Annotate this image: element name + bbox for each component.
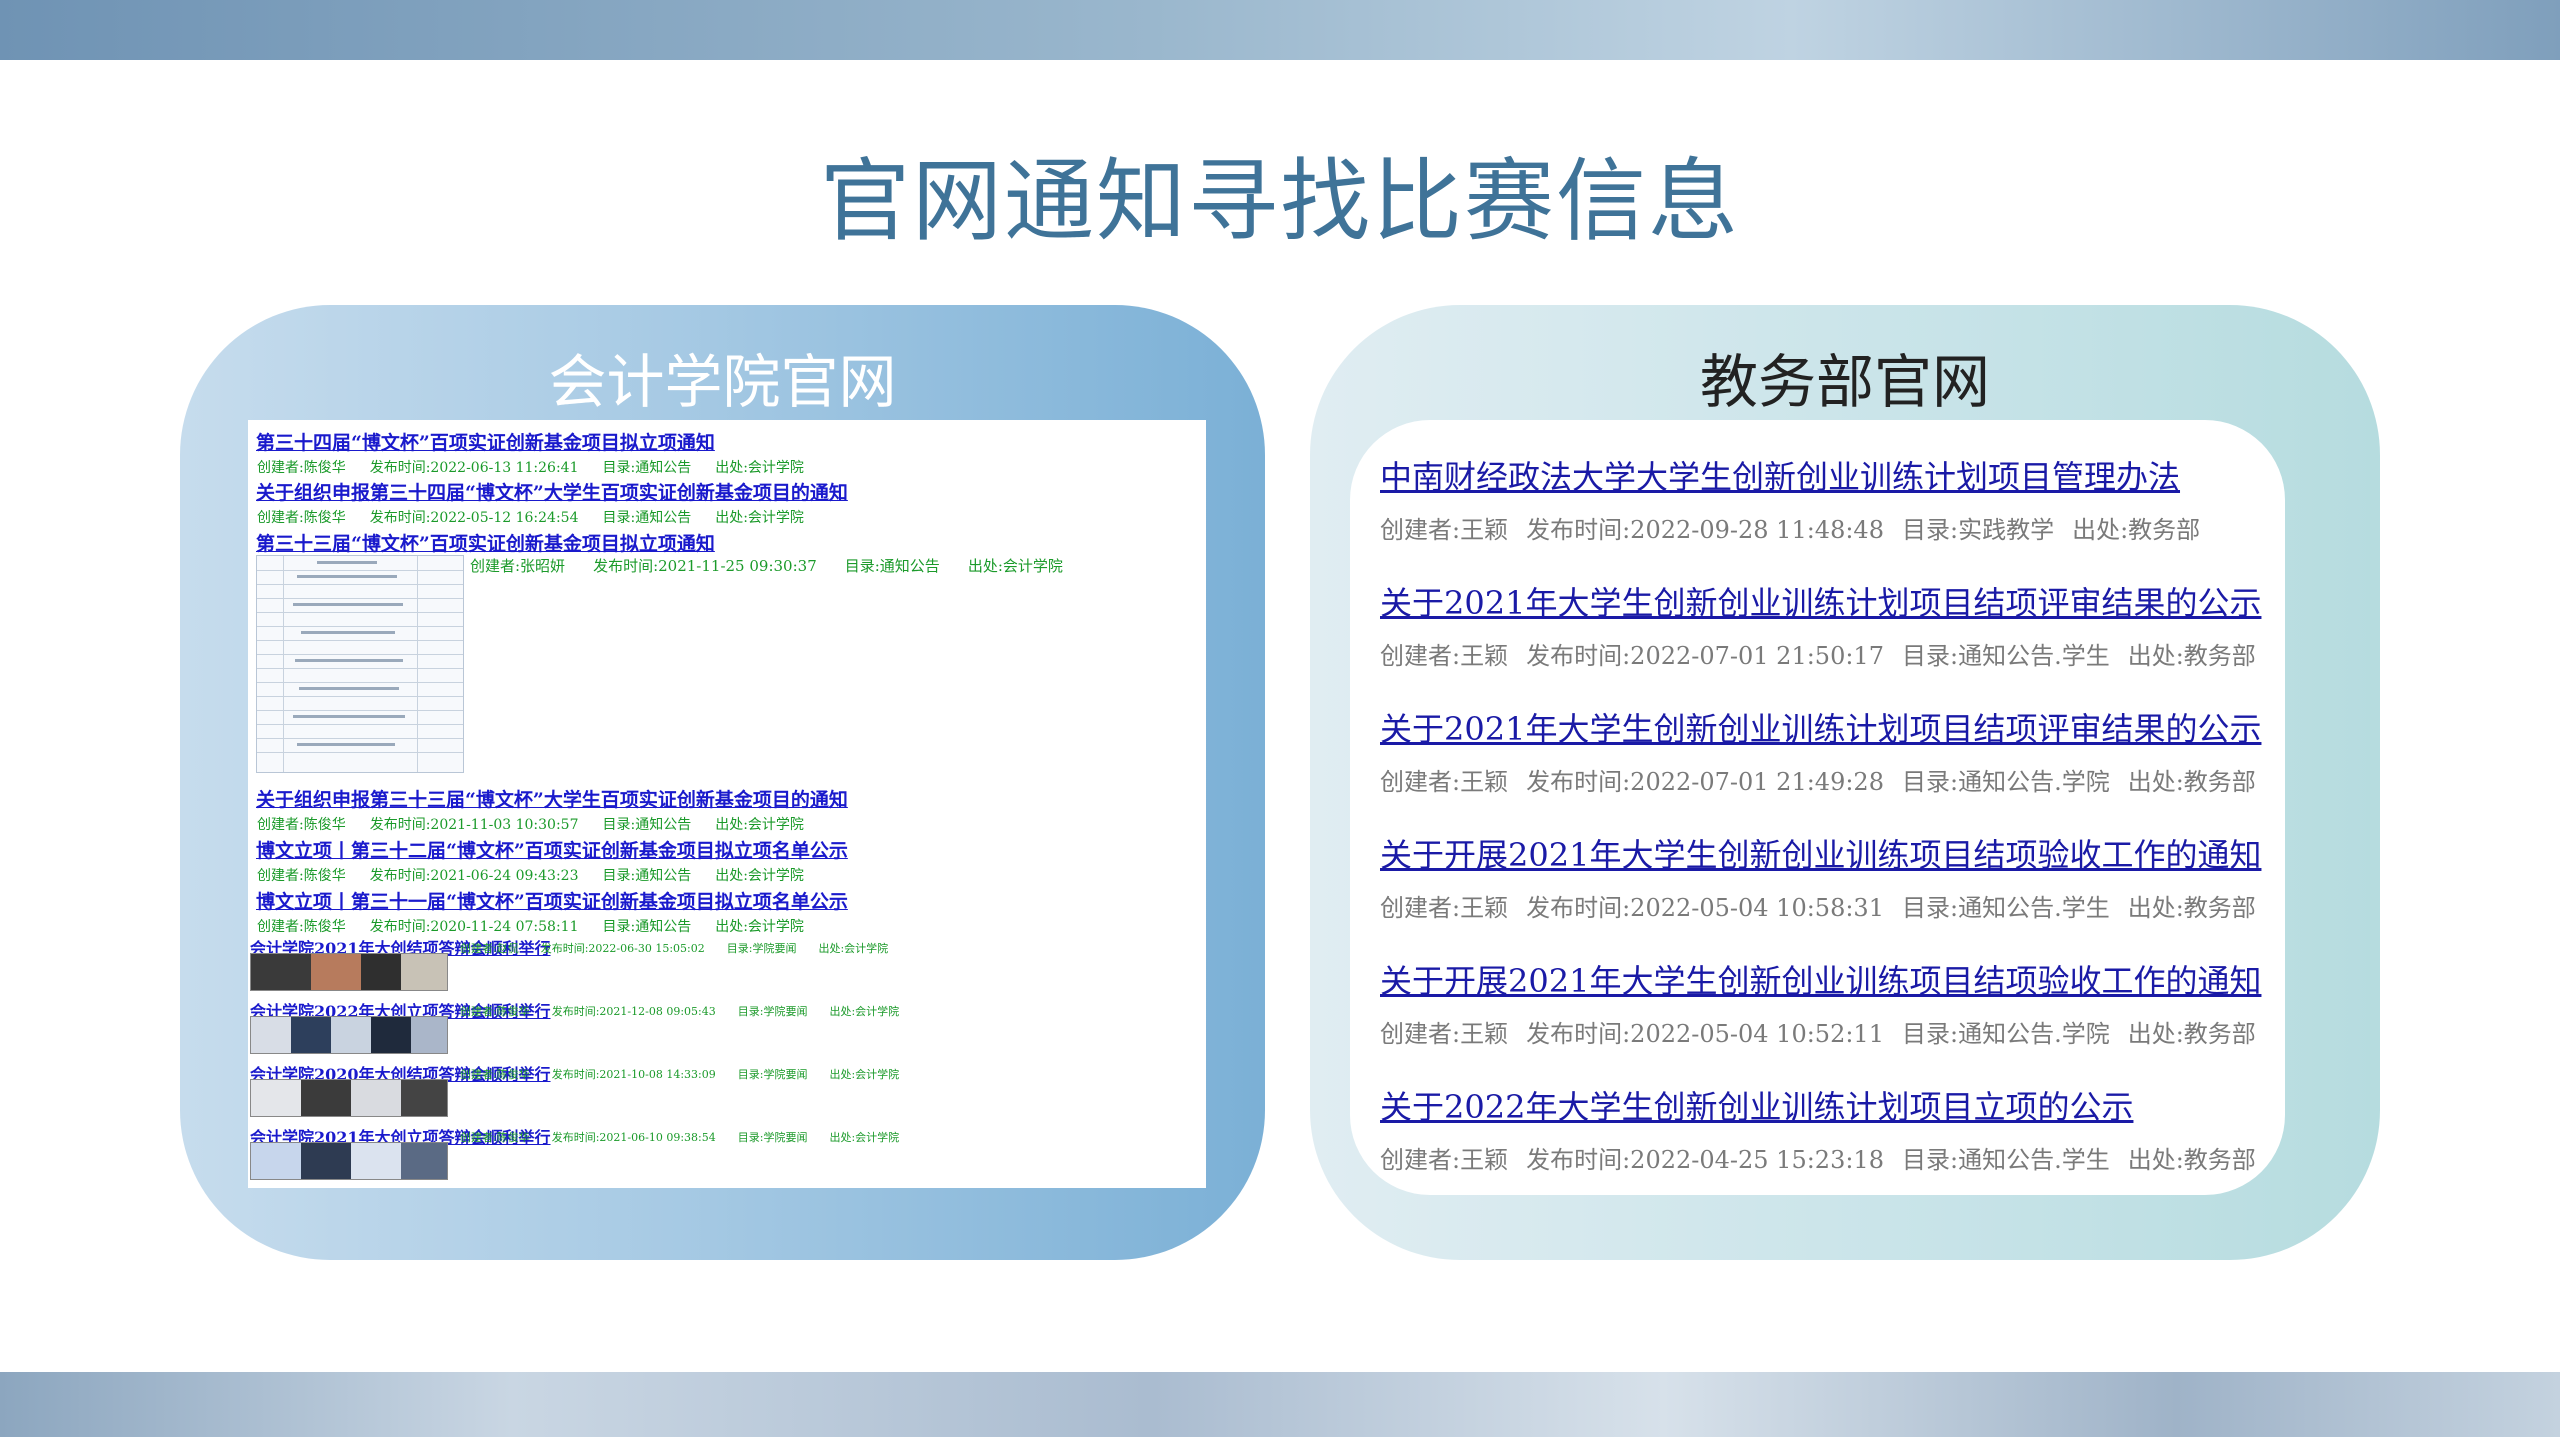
notice-meta: 创建者:陈俊华 发布时间:2022-05-12 16:24:54 目录:通知公告 出处…: [257, 510, 804, 526]
notice-link[interactable]: 博文立项丨第三十二届“博文杯”百项实证创新基金项目拟立项名单公示: [256, 836, 848, 863]
notice-link[interactable]: 第三十四届“博文杯”百项实证创新基金项目拟立项通知: [256, 428, 828, 455]
notice-link[interactable]: 关于组织申报第三十四届“博文杯”大学生百项实证创新基金项目的通知: [256, 478, 848, 505]
list-item: 博文立项丨第三十二届“博文杯”百项实证创新基金项目拟立项名单公示 创建者:陈俊华…: [256, 836, 848, 885]
notice-link[interactable]: 关于2022年大学生创新创业训练计划项目立项的公示: [1380, 1082, 2274, 1128]
notice-link[interactable]: 关于开展2021年大学生创新创业训练项目结项验收工作的通知: [1380, 830, 2274, 876]
notice-meta: 创建者:陈俊华 发布时间:2020-11-24 07:58:11 目录:通知公告 出处…: [257, 919, 804, 935]
news-meta: 创建者:陈俊华 发布时间:2021-10-08 14:33:09 目录:学院要闻 出处…: [460, 1068, 900, 1081]
list-item: 关于2021年大学生创新创业训练计划项目结项评审结果的公示 创建者:王颖 发布时间…: [1380, 704, 2274, 797]
list-item: 关于开展2021年大学生创新创业训练项目结项验收工作的通知 创建者:王颖 发布时间…: [1380, 830, 2274, 923]
news-photo: [250, 1142, 448, 1180]
notice-link[interactable]: 关于2021年大学生创新创业训练计划项目结项评审结果的公示: [1380, 578, 2274, 624]
news-meta: 创建者:陈俊华 发布时间:2021-12-08 09:05:43 目录:学院要闻 出处…: [460, 1005, 900, 1018]
notice-link[interactable]: 第三十三届“博文杯”百项实证创新基金项目拟立项通知: [256, 529, 715, 556]
news-photo: [250, 953, 448, 991]
panel-heading: 会计学院官网: [548, 348, 897, 416]
notice-link[interactable]: 关于开展2021年大学生创新创业训练项目结项验收工作的通知: [1380, 956, 2274, 1002]
notice-link[interactable]: 中南财经政法大学大学生创新创业训练计划项目管理办法: [1380, 452, 2218, 498]
notice-meta: 创建者:王颖 发布时间:2022-07-01 21:49:28 目录:通知公告.学院…: [1380, 768, 2256, 796]
bottom-decor-band: [0, 1372, 2560, 1437]
academic-affairs-panel: 教务部官网 中南财经政法大学大学生创新创业训练计划项目管理办法 创建者:王颖 发布…: [1310, 305, 2380, 1260]
list-item: 关于开展2021年大学生创新创业训练项目结项验收工作的通知 创建者:王颖 发布时间…: [1380, 956, 2274, 1049]
news-photo: [250, 1016, 448, 1054]
notice-meta: 创建者:王颖 发布时间:2022-04-25 15:23:18 目录:通知公告.学生…: [1380, 1146, 2256, 1174]
notice-link[interactable]: 关于组织申报第三十三届“博文杯”大学生百项实证创新基金项目的通知: [256, 785, 848, 812]
list-item: 关于组织申报第三十四届“博文杯”大学生百项实证创新基金项目的通知 创建者:陈俊华…: [256, 478, 848, 527]
notice-meta: 创建者:陈俊华 发布时间:2022-06-13 11:26:41 目录:通知公告 出处…: [257, 460, 804, 476]
list-item: 第三十三届“博文杯”百项实证创新基金项目拟立项通知: [256, 529, 715, 556]
accounting-school-panel: 会计学院官网 第三十四届“博文杯”百项实证创新基金项目拟立项通知 创建者:陈俊华…: [180, 305, 1265, 1260]
accounting-site-screenshot: 第三十四届“博文杯”百项实证创新基金项目拟立项通知 创建者:陈俊华 发布时间:20…: [248, 420, 1206, 1188]
notice-meta: 创建者:陈俊华 发布时间:2021-06-24 09:43:23 目录:通知公告 出处…: [257, 868, 804, 884]
notice-link[interactable]: 关于2021年大学生创新创业训练计划项目结项评审结果的公示: [1380, 704, 2274, 750]
table-thumbnail: [256, 555, 464, 773]
academic-affairs-screenshot: 中南财经政法大学大学生创新创业训练计划项目管理办法 创建者:王颖 发布时间:202…: [1350, 420, 2285, 1195]
news-meta: 创建者:陈俊华 发布时间:2021-06-10 09:38:54 目录:学院要闻 出处…: [460, 1131, 900, 1144]
top-decor-band: [0, 0, 2560, 60]
notice-meta: 创建者:王颖 发布时间:2022-09-28 11:48:48 目录:实践教学 出处:…: [1380, 516, 2201, 544]
notice-meta: 创建者:王颖 发布时间:2022-05-04 10:58:31 目录:通知公告.学生…: [1380, 894, 2256, 922]
notice-meta: 创建者:陈俊华 发布时间:2021-11-03 10:30:57 目录:通知公告 出处…: [257, 817, 804, 833]
notice-meta: 创建者:王颖 发布时间:2022-05-04 10:52:11 目录:通知公告.学院…: [1380, 1020, 2256, 1048]
news-photo: [250, 1079, 448, 1117]
news-meta: 创建者:赵侃 发布时间:2022-06-30 15:05:02 目录:学院要闻 出处:…: [460, 942, 889, 955]
notice-link[interactable]: 博文立项丨第三十一届“博文杯”百项实证创新基金项目拟立项名单公示: [256, 887, 848, 914]
notice-meta: 创建者:王颖 发布时间:2022-07-01 21:50:17 目录:通知公告.学生…: [1380, 642, 2256, 670]
panel-heading: 教务部官网: [1699, 348, 1990, 416]
list-item: 关于组织申报第三十三届“博文杯”大学生百项实证创新基金项目的通知 创建者:陈俊华…: [256, 785, 848, 834]
page-title: 官网通知寻找比赛信息: [820, 149, 1740, 254]
list-item: 关于2021年大学生创新创业训练计划项目结项评审结果的公示 创建者:王颖 发布时间…: [1380, 578, 2274, 671]
list-item: 博文立项丨第三十一届“博文杯”百项实证创新基金项目拟立项名单公示 创建者:陈俊华…: [256, 887, 848, 936]
list-item: 第三十四届“博文杯”百项实证创新基金项目拟立项通知 创建者:陈俊华 发布时间:20…: [256, 428, 828, 477]
list-item: 中南财经政法大学大学生创新创业训练计划项目管理办法 创建者:王颖 发布时间:202…: [1380, 452, 2218, 545]
list-item: 关于2022年大学生创新创业训练计划项目立项的公示 创建者:王颖 发布时间:202…: [1380, 1082, 2274, 1175]
notice-meta: 创建者:张昭妍 发布时间:2021-11-25 09:30:37 目录:通知公告 出处…: [470, 557, 1063, 575]
